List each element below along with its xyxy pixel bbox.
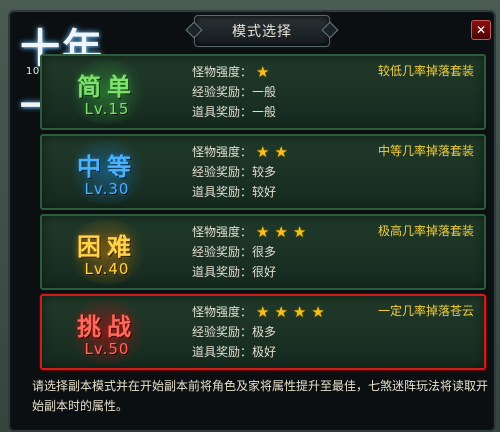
exp-row: 经验奖励： 一般 [192,82,492,102]
star-icon: ★ [256,223,270,241]
item-row: 道具奖励： 极好 [192,342,492,362]
item-value: 极好 [252,345,277,359]
item-value: 一般 [252,105,277,119]
mode-option-easy[interactable]: 简单 Lv.15 怪物强度： ★ 经验奖励： 一般 道具奖励： 一般 较低几率掉… [40,54,486,130]
star-icon: ★ [274,303,288,321]
exp-label: 经验奖励： [192,245,253,259]
mode-level: Lv.40 [84,259,130,278]
item-value: 较好 [252,185,277,199]
drop-text: 一定几率掉落苍云 [377,304,474,318]
item-row: 道具奖励： 很好 [192,262,492,282]
star-icon: ★ [292,303,307,321]
exp-row: 经验奖励： 很多 [192,242,492,262]
item-row: 道具奖励： 一般 [192,102,492,122]
strength-stars: ★ ★ ★ [256,222,311,242]
strength-stars: ★ ★ [256,142,293,162]
item-label: 道具奖励： [192,185,253,199]
item-label: 道具奖励： [192,265,253,279]
mode-option-hard[interactable]: 困难 Lv.40 怪物强度： ★ ★ ★ 经验奖励： 很多 道具奖励： 很好 极高几… [40,214,486,290]
strength-stars: ★ ★ ★ ★ [256,302,330,322]
close-icon: ✕ [475,23,487,37]
strength-label: 怪物强度： [192,145,253,159]
mode-badge: 简单 Lv.15 [42,56,172,128]
strength-stars: ★ [256,62,274,82]
star-icon: ★ [274,143,288,161]
strength-label: 怪物强度： [192,225,253,239]
drop-text: 极高几率掉落套装 [377,224,474,238]
strength-label: 怪物强度： [192,305,253,319]
footer-note: 请选择副本模式并在开始副本前将角色及家将属性提升至最佳，七煞迷阵玩法将读取开始副… [32,379,489,413]
exp-row: 经验奖励： 极多 [192,322,492,342]
mode-badge: 挑战 Lv.50 [42,296,172,368]
exp-row: 经验奖励： 较多 [192,162,492,182]
exp-label: 经验奖励： [192,165,253,179]
item-label: 道具奖励： [192,105,253,119]
exp-value: 极多 [252,325,277,339]
drop-text: 中等几率掉落套装 [377,144,474,158]
mode-name: 困难 [77,231,137,261]
star-icon: ★ [274,223,288,241]
item-value: 很好 [252,265,277,279]
star-icon: ★ [311,303,325,321]
window-title: 模式选择 [232,24,292,40]
exp-value: 很多 [252,245,277,259]
item-row: 道具奖励： 较好 [192,182,492,202]
mode-level: Lv.50 [84,339,130,358]
star-icon: ★ [256,63,270,81]
close-button[interactable]: ✕ [471,20,491,40]
title-right-ornament [321,21,339,39]
mode-name: 挑战 [77,311,137,341]
star-icon: ★ [256,143,270,161]
strength-label: 怪物强度： [192,65,253,79]
mode-option-challenge[interactable]: 挑战 Lv.50 怪物强度： ★ ★ ★ ★ 经验奖励： 极多 道具奖励： 极好 一定… [40,294,486,370]
item-label: 道具奖励： [192,345,253,359]
window-title-plate: 模式选择 [185,15,339,47]
exp-value: 较多 [252,165,277,179]
exp-value: 一般 [252,85,277,99]
mode-name: 简单 [77,71,137,101]
star-icon: ★ [292,223,307,241]
mode-level: Lv.30 [84,179,130,198]
mode-badge: 困难 Lv.40 [42,216,172,288]
title-left-ornament [185,21,203,39]
exp-label: 经验奖励： [192,85,253,99]
mode-name: 中等 [77,151,137,181]
mode-level: Lv.15 [84,99,130,118]
drop-text: 较低几率掉落套装 [377,64,474,78]
star-icon: ★ [256,303,270,321]
mode-badge: 中等 Lv.30 [42,136,172,208]
mode-select-window: 十年一剑 10.uuzu.com 模式选择 ✕ 简单 Lv.15 怪物强度： ★… [8,10,496,432]
exp-label: 经验奖励： [192,325,253,339]
mode-option-normal[interactable]: 中等 Lv.30 怪物强度： ★ ★ 经验奖励： 较多 道具奖励： 较好 中等几率… [40,134,486,210]
